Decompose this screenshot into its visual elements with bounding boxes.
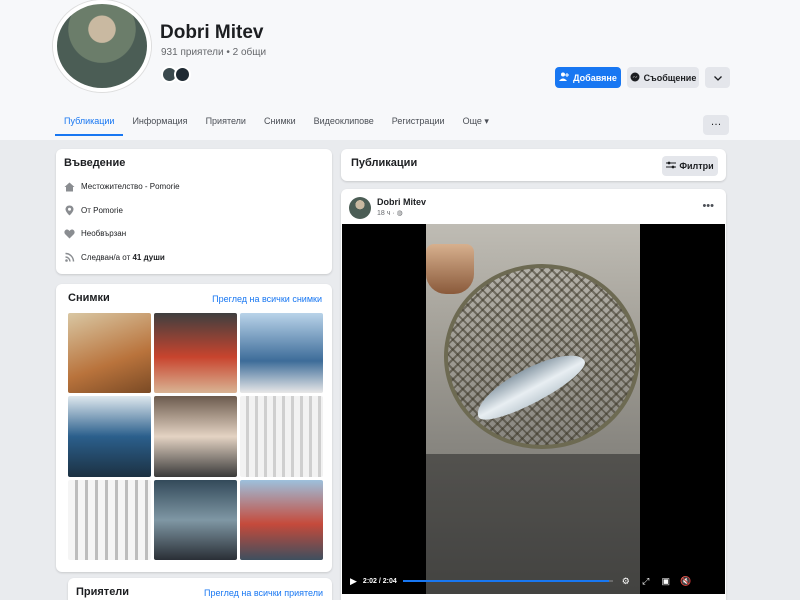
mutual-friends-avatars[interactable] — [161, 66, 191, 83]
video-player[interactable]: ▶ 2:02 / 2:04 ⚙ ⤢ ▣ 🔇 — [342, 224, 725, 594]
intro-residence: Местожителство - Pomorie — [64, 175, 324, 199]
message-label: Съобщение — [643, 72, 697, 83]
caret-down-icon: ▾ — [484, 116, 489, 126]
home-icon — [64, 181, 75, 192]
photo-thumbnail[interactable] — [240, 479, 323, 560]
tab-checkins[interactable]: Регистрации — [383, 108, 454, 136]
more-options-button[interactable] — [705, 67, 730, 88]
profile-avatar[interactable] — [53, 0, 151, 92]
profile-tabs: Публикации Информация Приятели Снимки Ви… — [55, 108, 498, 136]
video-scene-detail — [426, 244, 474, 294]
post-timestamp[interactable]: 18 ч · ◍ — [377, 209, 403, 217]
picture-in-picture-icon[interactable]: ▣ — [659, 576, 673, 587]
followers-label: Следван/а от — [81, 252, 133, 262]
see-all-photos-link[interactable]: Преглед на всички снимки — [212, 294, 322, 304]
post-time-text: 18 ч · — [377, 210, 395, 217]
post-card: Dobri Mitev 18 ч · ◍ ••• ▶ 2:02 / 2:04 ⚙… — [341, 189, 726, 600]
photo-thumbnail[interactable] — [240, 313, 323, 394]
intro-relationship: Необвързан — [64, 222, 324, 246]
avatar[interactable] — [349, 197, 371, 219]
intro-followers: Следван/а от 41 души — [64, 246, 324, 270]
from-label: От — [81, 205, 94, 215]
photo-thumbnail[interactable] — [154, 313, 237, 394]
posts-header-card: Публикации Филтри — [341, 149, 726, 181]
photos-grid — [68, 313, 323, 560]
post-options-button[interactable]: ••• — [702, 200, 714, 212]
photo-thumbnail[interactable] — [68, 313, 151, 394]
message-button[interactable]: Съобщение — [627, 67, 699, 88]
settings-icon[interactable]: ⚙ — [619, 576, 633, 587]
tabs-more-button[interactable]: … — [703, 115, 729, 135]
video-progress-fill — [402, 580, 609, 582]
tab-more[interactable]: Още ▾ — [454, 108, 498, 136]
tab-posts[interactable]: Публикации — [55, 108, 124, 136]
tab-photos[interactable]: Снимки — [255, 108, 305, 136]
intro-title: Въведение — [64, 157, 126, 169]
volume-muted-icon[interactable]: 🔇 — [679, 576, 693, 587]
profile-name: Dobri Mitev — [160, 22, 264, 43]
profile-header: Dobri Mitev 931 приятели • 2 общи Добавя… — [0, 0, 800, 140]
friends-card: Приятели Преглед на всички приятели — [68, 578, 332, 600]
rss-icon — [64, 252, 75, 263]
photo-thumbnail[interactable] — [68, 396, 151, 477]
ellipsis-icon: … — [710, 116, 722, 128]
add-friend-label: Добавяне — [573, 72, 617, 83]
followers-link[interactable]: 41 души — [132, 253, 164, 262]
add-friend-button[interactable]: Добавяне — [555, 67, 621, 88]
friends-summary[interactable]: 931 приятели • 2 общи — [161, 47, 266, 58]
photo-thumbnail[interactable] — [240, 396, 323, 477]
video-controls: ▶ 2:02 / 2:04 ⚙ ⤢ ▣ 🔇 — [342, 568, 725, 594]
residence-label: Местожителство - — [81, 182, 150, 192]
globe-icon: ◍ — [396, 210, 403, 217]
tab-videos[interactable]: Видеоклипове — [305, 108, 383, 136]
avatar[interactable] — [174, 66, 191, 83]
chevron-down-icon — [713, 73, 722, 83]
see-all-friends-link[interactable]: Преглед на всички приятели — [204, 588, 323, 598]
tab-more-label: Още — [462, 116, 482, 126]
photo-thumbnail[interactable] — [68, 479, 151, 560]
fullscreen-icon[interactable]: ⤢ — [639, 576, 653, 587]
ellipsis-icon: ••• — [702, 200, 714, 212]
residence-link[interactable]: Pomorie — [150, 182, 180, 191]
intro-card: Въведение Местожителство - Pomorie От Po… — [56, 149, 332, 274]
filters-button[interactable]: Филтри — [662, 156, 718, 176]
video-scene-net — [444, 264, 640, 449]
from-link[interactable]: Pomorie — [93, 206, 123, 215]
add-user-icon — [559, 72, 570, 83]
post-author[interactable]: Dobri Mitev — [377, 197, 426, 207]
heart-icon — [64, 228, 75, 239]
filters-label: Филтри — [679, 161, 714, 171]
play-icon[interactable]: ▶ — [350, 576, 357, 587]
relationship-status: Необвързан — [81, 229, 127, 239]
photo-thumbnail[interactable] — [154, 479, 237, 560]
intro-from: От Pomorie — [64, 199, 324, 223]
sliders-icon — [666, 161, 677, 171]
video-progress-bar[interactable] — [402, 580, 613, 582]
tab-about[interactable]: Информация — [123, 108, 196, 136]
video-time: 2:02 / 2:04 — [362, 577, 397, 585]
photo-thumbnail[interactable] — [154, 396, 237, 477]
photos-card: Снимки Преглед на всички снимки — [56, 284, 332, 572]
tab-friends[interactable]: Приятели — [197, 108, 255, 136]
location-pin-icon — [64, 205, 75, 216]
messenger-icon — [630, 72, 640, 84]
